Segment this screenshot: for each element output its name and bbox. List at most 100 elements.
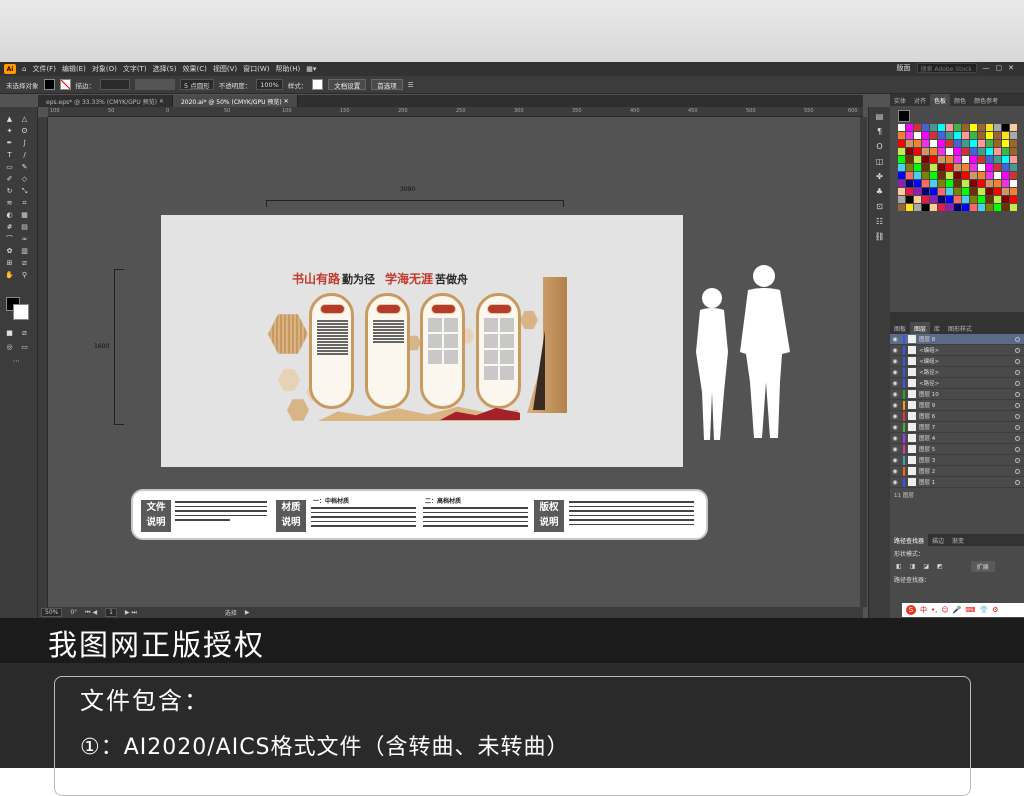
rotate-tool-icon[interactable]: ↻ bbox=[5, 187, 14, 196]
paragraph-icon[interactable]: ¶ bbox=[875, 127, 885, 137]
layer-row[interactable]: ◉ 图层 6 bbox=[890, 411, 1024, 422]
color-swatch[interactable] bbox=[930, 204, 937, 211]
tab-pathfinder[interactable]: 路径查找器 bbox=[890, 534, 929, 546]
color-swatch[interactable] bbox=[1010, 172, 1017, 179]
tab-swatches[interactable]: 色板 bbox=[930, 94, 951, 106]
target-circle-icon[interactable] bbox=[1015, 347, 1020, 353]
color-swatch[interactable] bbox=[922, 180, 929, 187]
color-swatch[interactable] bbox=[898, 140, 905, 147]
color-swatch[interactable] bbox=[946, 164, 953, 171]
paintbrush-icon[interactable]: ✎ bbox=[20, 163, 29, 172]
align-icon[interactable]: ☷ bbox=[875, 217, 885, 227]
artboard-tool-icon[interactable]: ⊞ bbox=[5, 259, 14, 268]
color-swatch[interactable] bbox=[946, 188, 953, 195]
visibility-eye-icon[interactable]: ◉ bbox=[890, 380, 900, 387]
sogou-icon[interactable]: S bbox=[906, 605, 916, 615]
color-swatch[interactable] bbox=[946, 132, 953, 139]
minus-front-icon[interactable]: ◨ bbox=[910, 563, 916, 570]
ime-mode[interactable]: 中 bbox=[920, 605, 927, 615]
symbols-icon[interactable]: ♣ bbox=[875, 187, 885, 197]
color-swatch[interactable] bbox=[994, 140, 1001, 147]
magic-wand-icon[interactable]: ✦ bbox=[5, 127, 14, 136]
color-swatch[interactable] bbox=[1002, 132, 1009, 139]
color-swatch[interactable] bbox=[898, 164, 905, 171]
color-swatch[interactable] bbox=[954, 172, 961, 179]
color-swatch[interactable] bbox=[922, 124, 929, 131]
color-swatch[interactable] bbox=[930, 188, 937, 195]
brushes-icon[interactable]: ✤ bbox=[875, 172, 885, 182]
color-swatch[interactable] bbox=[978, 172, 985, 179]
draw-mode-icon[interactable]: ◎ bbox=[5, 343, 14, 352]
visibility-eye-icon[interactable]: ◉ bbox=[890, 446, 900, 453]
layer-row[interactable]: ◉ 图层 4 bbox=[890, 433, 1024, 444]
color-swatch[interactable] bbox=[914, 180, 921, 187]
color-swatch[interactable] bbox=[946, 204, 953, 211]
target-circle-icon[interactable] bbox=[1015, 435, 1020, 441]
swatch-grid[interactable] bbox=[898, 124, 1017, 211]
color-swatch[interactable] bbox=[898, 132, 905, 139]
color-swatch[interactable] bbox=[922, 204, 929, 211]
color-swatch[interactable] bbox=[906, 124, 913, 131]
color-swatch[interactable] bbox=[994, 164, 1001, 171]
color-swatch[interactable] bbox=[978, 140, 985, 147]
artboard-nav-next[interactable]: ▶ ⏭ bbox=[125, 609, 137, 617]
mic-icon[interactable]: 🎤 bbox=[953, 606, 962, 614]
color-swatch[interactable] bbox=[922, 156, 929, 163]
menu-window[interactable]: 窗口(W) bbox=[243, 64, 269, 74]
mesh-tool-icon[interactable]: # bbox=[5, 223, 14, 232]
shaper-tool-icon[interactable]: ✐ bbox=[5, 175, 14, 184]
color-swatch[interactable] bbox=[930, 156, 937, 163]
color-swatch[interactable] bbox=[914, 204, 921, 211]
color-swatch[interactable] bbox=[954, 164, 961, 171]
color-swatch[interactable] bbox=[938, 196, 945, 203]
home-icon[interactable]: ⌂ bbox=[22, 65, 26, 73]
color-swatch[interactable] bbox=[970, 188, 977, 195]
opentype-icon[interactable]: O bbox=[875, 142, 885, 152]
vertical-scrollbar[interactable] bbox=[860, 117, 867, 607]
target-circle-icon[interactable] bbox=[1015, 468, 1020, 474]
color-swatch[interactable] bbox=[946, 172, 953, 179]
visibility-eye-icon[interactable]: ◉ bbox=[890, 369, 900, 376]
color-swatch[interactable] bbox=[970, 180, 977, 187]
visibility-eye-icon[interactable]: ◉ bbox=[890, 413, 900, 420]
keyboard-icon[interactable]: ⌨ bbox=[965, 606, 975, 614]
color-swatch[interactable] bbox=[906, 140, 913, 147]
layer-row[interactable]: ◉ 图层 10 bbox=[890, 389, 1024, 400]
color-swatch[interactable] bbox=[938, 188, 945, 195]
color-swatch[interactable] bbox=[898, 156, 905, 163]
slice-tool-icon[interactable]: ⧄ bbox=[20, 259, 29, 268]
color-swatch[interactable] bbox=[938, 180, 945, 187]
color-swatch[interactable] bbox=[906, 172, 913, 179]
color-swatch[interactable] bbox=[986, 124, 993, 131]
color-swatch[interactable] bbox=[946, 140, 953, 147]
status-arrow-icon[interactable]: ▶ bbox=[245, 609, 250, 616]
color-swatch[interactable] bbox=[930, 180, 937, 187]
lasso-tool-icon[interactable]: ʘ bbox=[20, 127, 29, 136]
visibility-eye-icon[interactable]: ◉ bbox=[890, 347, 900, 354]
tab-gradient[interactable]: 渐变 bbox=[948, 534, 968, 546]
color-swatch[interactable] bbox=[1010, 140, 1017, 147]
properties-icon[interactable]: ▤ bbox=[875, 112, 885, 122]
ime-toolbar[interactable]: S 中 •, ☺ 🎤 ⌨ 👕 ⚙ bbox=[902, 603, 1024, 617]
color-swatch[interactable] bbox=[898, 148, 905, 155]
color-swatch[interactable] bbox=[906, 156, 913, 163]
color-swatch[interactable] bbox=[1010, 124, 1017, 131]
emoji-icon[interactable]: ☺ bbox=[941, 606, 948, 614]
color-swatch[interactable] bbox=[962, 204, 969, 211]
maximize-icon[interactable]: ▢ bbox=[996, 64, 1003, 72]
color-swatch[interactable] bbox=[970, 196, 977, 203]
color-swatch[interactable] bbox=[954, 204, 961, 211]
color-swatch[interactable] bbox=[1002, 124, 1009, 131]
color-swatch[interactable] bbox=[930, 140, 937, 147]
color-swatch[interactable] bbox=[1002, 204, 1009, 211]
color-swatch[interactable] bbox=[954, 148, 961, 155]
target-circle-icon[interactable] bbox=[1015, 457, 1020, 463]
tab-entity[interactable]: 实体 bbox=[890, 94, 910, 106]
zoom-field[interactable]: 50% bbox=[41, 608, 63, 617]
screen-mode-icon[interactable]: ▭ bbox=[20, 343, 29, 352]
color-swatch[interactable] bbox=[914, 140, 921, 147]
selection-tool-icon[interactable]: ▲ bbox=[5, 115, 14, 124]
color-swatch[interactable] bbox=[978, 196, 985, 203]
color-swatch[interactable] bbox=[986, 196, 993, 203]
color-swatch[interactable] bbox=[962, 164, 969, 171]
